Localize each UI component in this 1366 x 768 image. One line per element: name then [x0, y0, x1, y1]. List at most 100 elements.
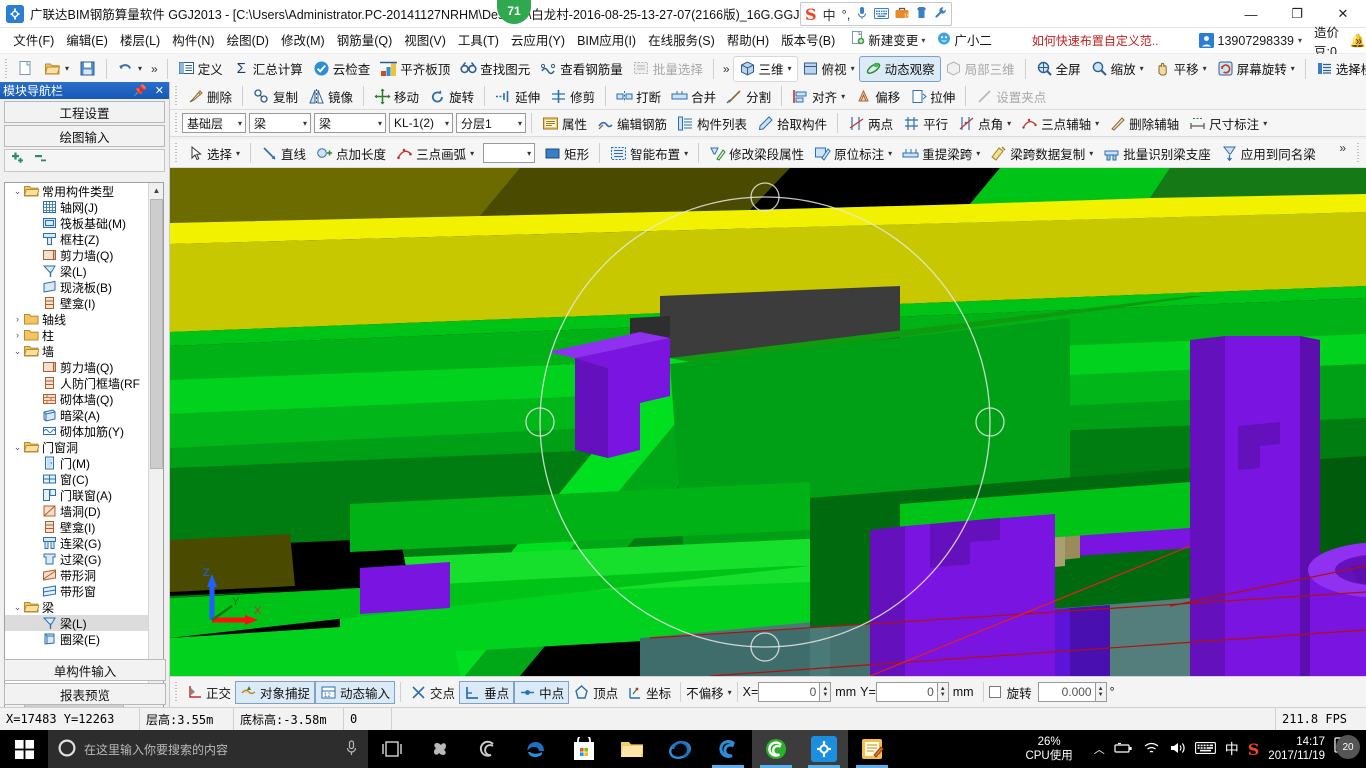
- taskbar-app-store-icon[interactable]: [560, 730, 608, 768]
- batch-select-button[interactable]: 批量选择: [628, 57, 708, 81]
- search-input[interactable]: 在这里输入你要搜索的内容: [84, 741, 228, 758]
- taskbar-app-browser-blue-icon[interactable]: [704, 730, 752, 768]
- y-offset-spinner[interactable]: ▲ ▼: [937, 682, 949, 702]
- partial-3d-button[interactable]: 局部三维: [940, 57, 1020, 81]
- align-button[interactable]: 对齐 ▾: [787, 84, 850, 108]
- tree-item[interactable]: 筏板基础(M): [5, 215, 149, 231]
- notification-center-icon[interactable]: 20: [1334, 735, 1362, 761]
- tree-item[interactable]: 暗梁(A): [5, 407, 149, 423]
- toolbar-draw-overflow[interactable]: »: [1335, 141, 1350, 155]
- microphone-icon[interactable]: [345, 739, 358, 759]
- menu-help[interactable]: 帮助(H): [721, 28, 775, 54]
- set-grip-point-button[interactable]: 设置夹点: [971, 84, 1051, 108]
- rotate-spinner[interactable]: ▲ ▼: [1095, 682, 1107, 702]
- chevron-down-icon[interactable]: ▾: [728, 688, 732, 697]
- toolbar-grip[interactable]: [173, 143, 180, 163]
- menu-bim[interactable]: BIM应用(I): [571, 28, 642, 54]
- toolbar-grip[interactable]: [3, 58, 10, 79]
- chevron-down-icon[interactable]: ▾: [1291, 64, 1295, 73]
- chevron-down-icon[interactable]: ▾: [888, 149, 892, 158]
- chevron-down-icon[interactable]: ▾: [445, 119, 449, 128]
- search-box[interactable]: 在这里输入你要搜索的内容: [48, 730, 368, 768]
- taskbar-app-edge-icon[interactable]: [512, 730, 560, 768]
- tree-item[interactable]: 现浇板(B): [5, 279, 149, 295]
- in-situ-label-button[interactable]: 原位标注 ▾: [809, 141, 897, 165]
- snapbar-grip[interactable]: [173, 682, 180, 702]
- ime-mode-label[interactable]: 中: [823, 5, 836, 24]
- mic-icon[interactable]: [856, 6, 868, 23]
- taskbar-app-ie-icon[interactable]: [656, 730, 704, 768]
- menu-version[interactable]: 版本号(B): [775, 28, 841, 54]
- menu-file[interactable]: 文件(F): [7, 28, 60, 54]
- parallel-button[interactable]: 平行: [898, 111, 953, 135]
- chevron-down-icon[interactable]: ▾: [1095, 119, 1099, 128]
- y-offset-input[interactable]: 0: [875, 682, 938, 702]
- drawing-input-button[interactable]: 绘图输入: [4, 125, 165, 147]
- align-slab-top-button[interactable]: 平齐板顶: [375, 57, 455, 81]
- apply-same-beam-button[interactable]: 应用到同名梁: [1216, 141, 1321, 165]
- close-icon[interactable]: ✕: [155, 84, 164, 97]
- menu-online-service[interactable]: 在线服务(S): [642, 28, 721, 54]
- view-rebar-button[interactable]: 查看钢筋量: [535, 57, 628, 81]
- split-button[interactable]: 分割: [721, 84, 776, 108]
- mirror-button[interactable]: 镜像: [303, 84, 358, 108]
- undo-button[interactable]: ▾: [112, 57, 147, 81]
- chevron-down-icon[interactable]: ⌄: [11, 346, 24, 357]
- chevron-down-icon[interactable]: ▾: [1203, 64, 1207, 73]
- category-select[interactable]: 梁 ▾: [249, 113, 311, 133]
- toolbar-overflow-3[interactable]: »: [1347, 62, 1362, 76]
- save-button[interactable]: [74, 57, 101, 81]
- tree-item[interactable]: 带形洞: [5, 567, 149, 583]
- volume-icon[interactable]: [1169, 741, 1186, 758]
- cortana-circle-icon[interactable]: [58, 738, 76, 760]
- assistant-button[interactable]: 广小二: [931, 28, 998, 54]
- draw-mode-select[interactable]: ▾: [483, 143, 536, 163]
- project-settings-button[interactable]: 工程设置: [4, 101, 165, 123]
- wrench-icon[interactable]: [934, 6, 947, 22]
- tree-item[interactable]: ⌄ 常用构件类型: [5, 183, 149, 199]
- tree-item[interactable]: 人防门框墙(RF: [5, 375, 149, 391]
- smart-layout-button[interactable]: 智能布置 ▾: [605, 141, 693, 165]
- toolbar-overflow-1[interactable]: »: [147, 62, 162, 76]
- extend-button[interactable]: 延伸: [490, 84, 545, 108]
- tree-item[interactable]: 门(M): [5, 455, 149, 471]
- chevron-down-icon[interactable]: ▾: [1298, 36, 1302, 45]
- menu-cloud[interactable]: 云应用(Y): [505, 28, 571, 54]
- taskbar-app-notepad-icon[interactable]: [848, 730, 896, 768]
- tree-vertical-scrollbar[interactable]: ▲ ▼: [148, 183, 163, 708]
- intersection-snap-toggle[interactable]: 交点: [406, 681, 459, 704]
- chevron-down-icon[interactable]: ▾: [684, 149, 688, 158]
- chevron-down-icon[interactable]: ▾: [1140, 64, 1144, 73]
- two-point-button[interactable]: 两点: [843, 111, 898, 135]
- component-tree[interactable]: ⌄ 常用构件类型 轴网(J) 筏板基础(M) 框柱(Z) 剪力墙(Q) 梁(L) 现浇板(B)…: [4, 182, 164, 709]
- midpoint-snap-toggle[interactable]: 中点: [514, 680, 570, 704]
- toolbox-icon[interactable]: 19: [895, 6, 910, 22]
- chevron-down-icon[interactable]: ▾: [236, 149, 240, 158]
- menubar-overflow-button[interactable]: »: [1355, 34, 1362, 48]
- layer-select[interactable]: 分层1 ▾: [456, 113, 526, 133]
- rotate-checkbox[interactable]: [988, 686, 1001, 698]
- tree-item[interactable]: 连梁(G): [5, 535, 149, 551]
- keyboard-icon[interactable]: [1194, 741, 1216, 758]
- open-file-button[interactable]: ▾: [39, 57, 74, 81]
- taskbar-app-ggj-icon[interactable]: [800, 730, 848, 768]
- scroll-up-arrow[interactable]: ▲: [149, 183, 163, 198]
- re-extract-span-button[interactable]: 重提梁跨 ▾: [897, 141, 985, 165]
- chevron-down-icon[interactable]: ▾: [65, 64, 69, 73]
- chevron-down-icon[interactable]: ▾: [378, 119, 382, 128]
- promo-link[interactable]: 如何快速布置自定义范..: [1032, 32, 1159, 49]
- break-button[interactable]: 打断: [611, 84, 666, 108]
- chevron-down-icon[interactable]: ▾: [976, 149, 980, 158]
- chevron-down-icon[interactable]: ⌄: [11, 442, 24, 453]
- chevron-down-icon[interactable]: ▾: [1089, 149, 1093, 158]
- account-phone[interactable]: 13907298339: [1218, 34, 1294, 48]
- collapse-all-icon[interactable]: [34, 152, 51, 169]
- cloud-check-button[interactable]: 云检查: [308, 57, 376, 81]
- tree-item[interactable]: 剪力墙(Q): [5, 359, 149, 375]
- battery-icon[interactable]: [1114, 741, 1134, 758]
- orbit-button[interactable]: 动态观察: [858, 55, 941, 82]
- tree-item[interactable]: 梁(L): [5, 263, 149, 279]
- tree-item[interactable]: 过梁(G): [5, 551, 149, 567]
- coordinate-snap-toggle[interactable]: 坐标: [622, 681, 675, 704]
- view-3d-button[interactable]: 三维 ▾: [732, 55, 798, 82]
